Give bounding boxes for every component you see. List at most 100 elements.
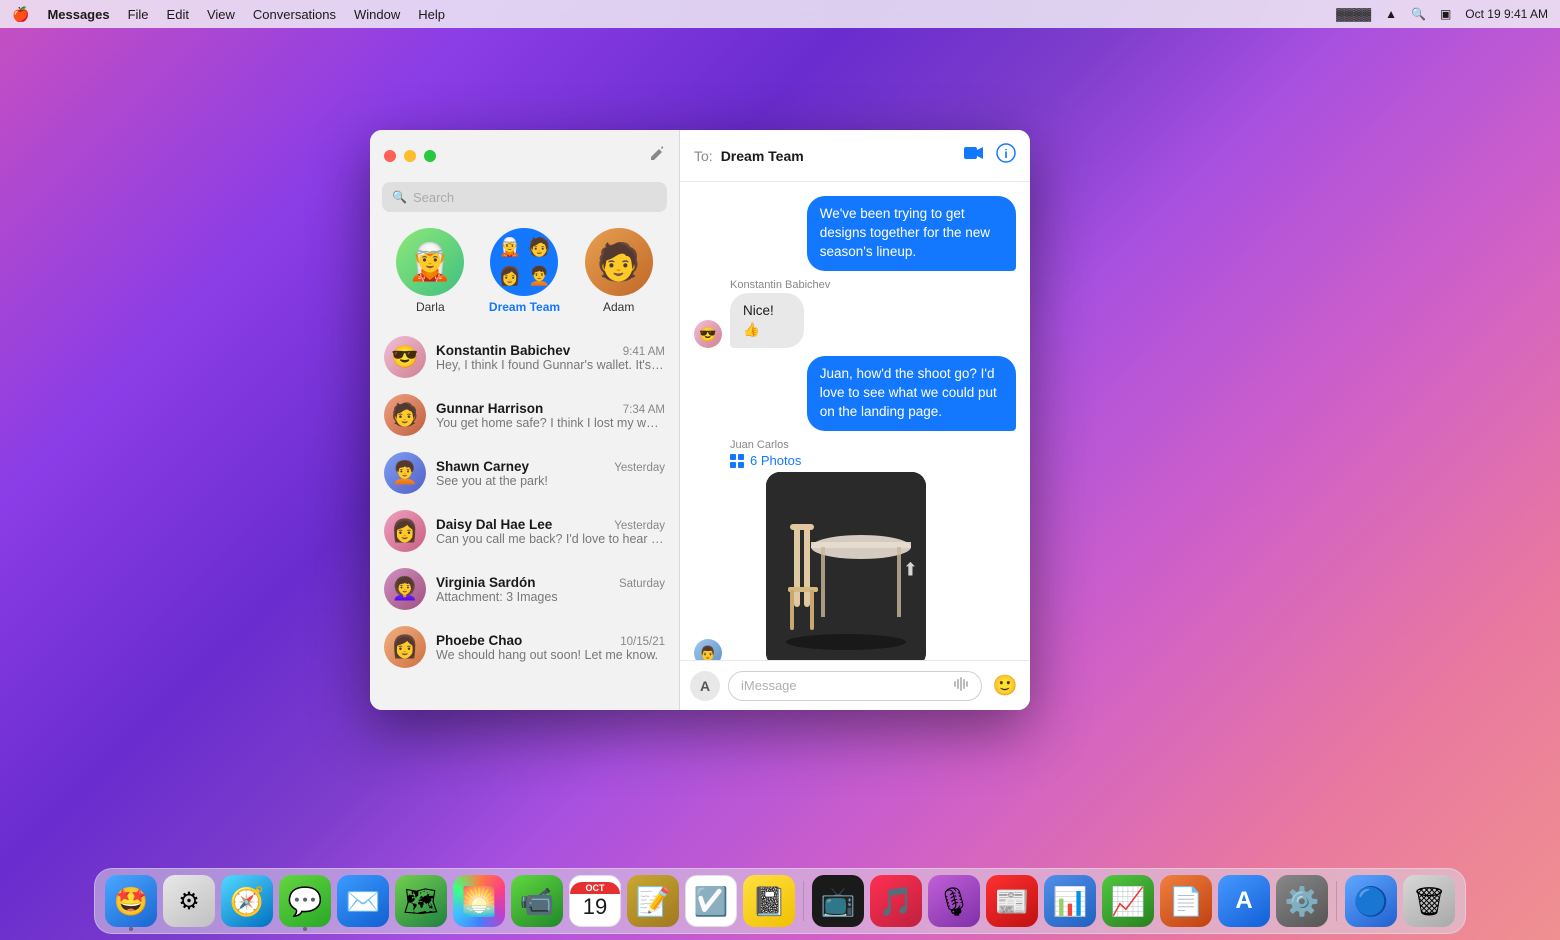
message-input-placeholder: iMessage [741, 678, 797, 693]
menu-window[interactable]: Window [354, 7, 400, 22]
dock-divider-2 [1336, 881, 1337, 921]
juan-msg-container: 👨 6 Photos [694, 453, 926, 660]
dock-calendar[interactable]: OCT 19 [569, 875, 621, 927]
search-menu-icon[interactable]: 🔍 [1411, 7, 1426, 21]
contact-item-shawn[interactable]: 🧑‍🦱 Shawn Carney Yesterday See you at th… [370, 444, 679, 502]
menu-view[interactable]: View [207, 7, 235, 22]
maximize-button[interactable] [424, 150, 436, 162]
sidebar: 🔍 Search 🧝 Darla 🧝🧑 👩🧑‍ [370, 130, 680, 710]
contact-item-phoebe[interactable]: 👩 Phoebe Chao 10/15/21 We should hang ou… [370, 618, 679, 676]
contact-item-virginia[interactable]: 👩‍🦱 Virginia Sardón Saturday Attachment:… [370, 560, 679, 618]
messages-dot [303, 927, 307, 931]
contact-time-daisy: Yesterday [614, 520, 665, 532]
photo-attachment[interactable]: ⬆ [766, 472, 926, 660]
apple-menu[interactable]: 🍎 [12, 6, 29, 23]
dock-notes-cork[interactable]: 📝 [627, 875, 679, 927]
wifi-icon: ▲ [1385, 7, 1397, 21]
dock-screentime[interactable]: 🔵 [1345, 875, 1397, 927]
message-row-sent-1: We've been trying to get designs togethe… [694, 196, 1016, 271]
photos-label: 6 Photos [730, 453, 926, 468]
dock-notes[interactable]: 📓 [743, 875, 795, 927]
pinned-contact-dreamteam[interactable]: 🧝🧑 👩🧑‍🦱 Dream Team [489, 228, 560, 314]
pinned-contact-adam[interactable]: 🧑 Adam [585, 228, 653, 314]
pinned-contact-darla[interactable]: 🧝 Darla [396, 228, 464, 314]
menubar-right: ▓▓▓▓ ▲ 🔍 ▣ Oct 19 9:41 AM [1336, 7, 1548, 21]
apps-button[interactable]: A [690, 671, 720, 701]
messages-window: 🔍 Search 🧝 Darla 🧝🧑 👩🧑‍ [370, 130, 1030, 710]
app-name-menu[interactable]: Messages [47, 7, 109, 22]
dock-music[interactable]: 🎵 [870, 875, 922, 927]
contact-info-konstantin: Konstantin Babichev 9:41 AM Hey, I think… [436, 343, 665, 372]
emoji-button[interactable]: 🙂 [990, 671, 1020, 701]
message-input-field[interactable]: iMessage [728, 671, 982, 701]
audio-input-icon [953, 676, 969, 695]
msg-avatar-konstantin: 😎 [694, 320, 722, 348]
dock-mail[interactable]: ✉️ [337, 875, 389, 927]
compose-button[interactable] [649, 146, 665, 167]
dock-finder[interactable]: 🤩 [105, 875, 157, 927]
contact-header-konstantin: Konstantin Babichev 9:41 AM [436, 343, 665, 358]
controlcenter-icon[interactable]: ▣ [1440, 7, 1451, 21]
dock-messages[interactable]: 💬 [279, 875, 331, 927]
dock-appletv[interactable]: 📺 [812, 875, 864, 927]
contact-info-shawn: Shawn Carney Yesterday See you at the pa… [436, 459, 665, 488]
dock-maps[interactable]: 🗺 [395, 875, 447, 927]
message-row-sent-2: Juan, how'd the shoot go? I'd love to se… [694, 356, 1016, 431]
dock-appstore[interactable]: A [1218, 875, 1270, 927]
info-icon[interactable]: i [996, 143, 1016, 168]
contact-header-daisy: Daisy Dal Hae Lee Yesterday [436, 517, 665, 532]
pinned-name-dreamteam: Dream Team [489, 300, 560, 314]
menu-file[interactable]: File [128, 7, 149, 22]
dock-news[interactable]: 📰 [986, 875, 1038, 927]
minimize-button[interactable] [404, 150, 416, 162]
juan-content: 6 Photos [730, 453, 926, 660]
menu-conversations[interactable]: Conversations [253, 7, 336, 22]
dock-podcasts[interactable]: 🎙 [928, 875, 980, 927]
menubar: 🍎 Messages File Edit View Conversations … [0, 0, 1560, 28]
message-bubble-konstantin: Nice! 👍 [730, 293, 804, 349]
dock-safari[interactable]: 🧭 [221, 875, 273, 927]
close-button[interactable] [384, 150, 396, 162]
message-bubble-sent-2: Juan, how'd the shoot go? I'd love to se… [807, 356, 1016, 431]
share-button[interactable]: ⬆ [903, 559, 918, 580]
chat-recipient-name: Dream Team [721, 148, 956, 164]
dock-keynote[interactable]: 📊 [1044, 875, 1096, 927]
contact-preview-virginia: Attachment: 3 Images [436, 590, 665, 604]
search-input[interactable]: Search [413, 190, 657, 205]
menu-edit[interactable]: Edit [167, 7, 189, 22]
contact-item-konstantin[interactable]: 😎 Konstantin Babichev 9:41 AM Hey, I thi… [370, 328, 679, 386]
contact-header-phoebe: Phoebe Chao 10/15/21 [436, 633, 665, 648]
svg-text:i: i [1004, 147, 1007, 161]
contact-info-virginia: Virginia Sardón Saturday Attachment: 3 I… [436, 575, 665, 604]
dock-reminders[interactable]: ☑️ [685, 875, 737, 927]
contact-info-daisy: Daisy Dal Hae Lee Yesterday Can you call… [436, 517, 665, 546]
chat-input-bar: A iMessage 🙂 [680, 660, 1030, 710]
contact-info-gunnar: Gunnar Harrison 7:34 AM You get home saf… [436, 401, 665, 430]
contact-item-gunnar[interactable]: 🧑 Gunnar Harrison 7:34 AM You get home s… [370, 386, 679, 444]
dock-facetime[interactable]: 📹 [511, 875, 563, 927]
contact-time-konstantin: 9:41 AM [623, 346, 665, 358]
chat-header-icons: i [964, 143, 1016, 168]
dock-pages[interactable]: 📄 [1160, 875, 1212, 927]
contact-name-shawn: Shawn Carney [436, 459, 529, 474]
pinned-avatar-adam: 🧑 [585, 228, 653, 296]
dock-trash[interactable]: 🗑 [1403, 875, 1455, 927]
dock-photos[interactable]: 🌅 [453, 875, 505, 927]
search-bar[interactable]: 🔍 Search [382, 182, 667, 212]
contact-item-daisy[interactable]: 👩 Daisy Dal Hae Lee Yesterday Can you ca… [370, 502, 679, 560]
menu-help[interactable]: Help [418, 7, 445, 22]
contact-time-shawn: Yesterday [614, 462, 665, 474]
dock-systemprefs[interactable]: ⚙️ [1276, 875, 1328, 927]
pinned-avatar-darla: 🧝 [396, 228, 464, 296]
pinned-avatar-dreamteam: 🧝🧑 👩🧑‍🦱 [490, 228, 558, 296]
chat-header: To: Dream Team i [680, 130, 1030, 182]
chat-messages: We've been trying to get designs togethe… [680, 182, 1030, 660]
dock-launchpad[interactable]: ⚙ [163, 875, 215, 927]
desktop: 🍎 Messages File Edit View Conversations … [0, 0, 1560, 940]
chat-area: To: Dream Team i [680, 130, 1030, 710]
dock-numbers[interactable]: 📈 [1102, 875, 1154, 927]
video-call-icon[interactable] [964, 146, 984, 165]
dock: 🤩 ⚙ 🧭 💬 ✉️ 🗺 🌅 📹 OCT 19 [94, 868, 1466, 934]
contact-time-phoebe: 10/15/21 [620, 636, 665, 648]
contact-header-virginia: Virginia Sardón Saturday [436, 575, 665, 590]
